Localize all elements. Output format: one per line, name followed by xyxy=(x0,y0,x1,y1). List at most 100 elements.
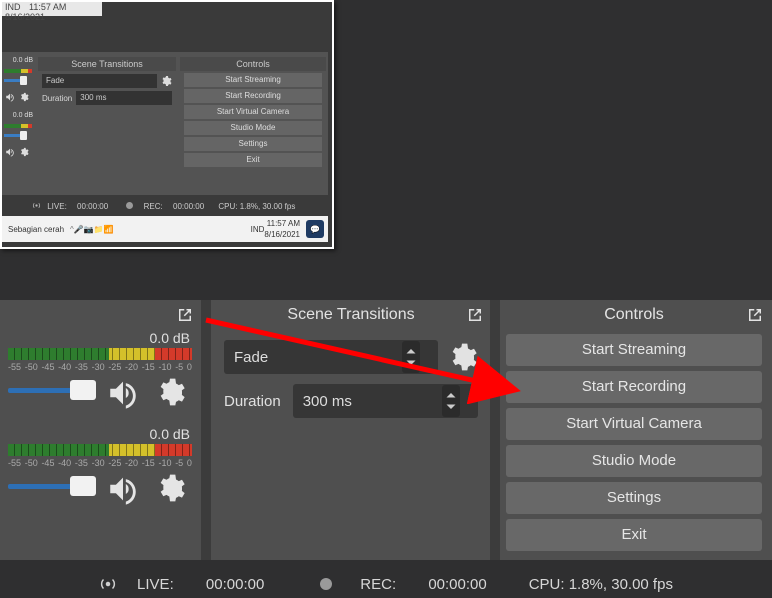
start-virtual-camera-button[interactable]: Start Virtual Camera xyxy=(506,408,762,440)
audio-mixer-header xyxy=(0,300,200,330)
chevron-down-icon[interactable] xyxy=(402,357,420,373)
mini-live-label: LIVE: xyxy=(47,202,67,211)
mini-taskbar-top: IND 11:57 AM 8/16/2021 xyxy=(2,2,102,16)
popout-icon[interactable] xyxy=(466,306,484,324)
volume-thumb[interactable] xyxy=(70,476,96,496)
embedded-screenshot: IND 11:57 AM 8/16/2021 0.0 dB 0.0 dB Sce… xyxy=(0,0,334,249)
chevron-up-icon[interactable] xyxy=(442,385,460,401)
microphone-icon: 🎤 xyxy=(74,225,84,234)
transition-select-value: Fade xyxy=(234,349,268,366)
start-recording-button[interactable]: Start Recording xyxy=(506,371,762,403)
duration-stepper[interactable] xyxy=(442,385,460,417)
chevron-up-icon[interactable] xyxy=(402,341,420,357)
mini-vu-meter xyxy=(4,69,32,73)
rec-label: REC: xyxy=(360,576,396,593)
mini-db-label: 0.0 dB xyxy=(13,57,33,64)
mini-rec-time: 00:00:00 xyxy=(173,202,204,211)
mini-duration-label: Duration xyxy=(42,94,72,103)
gear-icon[interactable] xyxy=(446,341,478,373)
speaker-icon[interactable] xyxy=(106,472,140,506)
popout-icon[interactable] xyxy=(176,306,194,324)
mini-start-recording-button[interactable]: Start Recording xyxy=(184,89,322,103)
gear-icon[interactable] xyxy=(19,92,29,102)
duration-input[interactable]: 300 ms xyxy=(293,384,478,418)
mini-audio-mixer: 0.0 dB 0.0 dB xyxy=(2,57,35,167)
speaker-icon[interactable] xyxy=(5,92,15,102)
mini-status-bar: LIVE: 00:00:00 REC: 00:00:00 CPU: 1.8%, … xyxy=(2,200,328,214)
mini-volume-thumb[interactable] xyxy=(20,131,27,140)
mini-transition-select[interactable]: Fade xyxy=(42,74,157,88)
transition-select-stepper[interactable] xyxy=(402,341,420,373)
gear-icon[interactable] xyxy=(19,147,29,157)
mixer-channel: 0.0 dB -55-50-45-40-35-30-25-20-15-10-50 xyxy=(0,330,200,412)
db-label: 0.0 dB xyxy=(0,330,200,346)
mini-panel-title: Scene Transitions xyxy=(38,57,176,71)
wifi-icon: 📶 xyxy=(104,225,114,234)
scene-transitions-title: Scene Transitions xyxy=(287,306,414,323)
folder-icon: 📁 xyxy=(94,225,104,234)
rec-time: 00:00:00 xyxy=(428,576,486,593)
vu-meter xyxy=(8,444,192,456)
gear-icon[interactable] xyxy=(154,472,186,504)
dock-splitter[interactable] xyxy=(201,300,211,560)
mini-db-label: 0.0 dB xyxy=(13,112,33,119)
mini-vu-meter xyxy=(4,124,32,128)
clock-time: 11:57 AM xyxy=(264,218,300,229)
chevron-down-icon[interactable] xyxy=(442,401,460,417)
studio-mode-button[interactable]: Studio Mode xyxy=(506,445,762,477)
record-indicator-icon xyxy=(320,578,332,590)
mini-live-time: 00:00:00 xyxy=(77,202,108,211)
controls-title: Controls xyxy=(604,306,664,323)
scale-ticks: -55-50-45-40-35-30-25-20-15-10-50 xyxy=(8,458,192,468)
mini-cpu: CPU: 1.8%, 30.00 fps xyxy=(218,202,295,211)
mini-studio-mode-button[interactable]: Studio Mode xyxy=(184,121,322,135)
ime-indicator[interactable]: IND xyxy=(251,225,265,234)
broadcast-icon xyxy=(32,201,41,210)
status-bar: LIVE: 00:00:00 REC: 00:00:00 CPU: 1.8%, … xyxy=(0,570,772,598)
controls-header: Controls xyxy=(498,300,770,330)
exit-button[interactable]: Exit xyxy=(506,519,762,551)
popout-icon[interactable] xyxy=(746,306,764,324)
live-label: LIVE: xyxy=(137,576,174,593)
mini-windows-taskbar: Sebagian cerah ^ 🎤 📷 📁 📶 IND 11:57 AM 8/… xyxy=(2,216,328,242)
settings-button[interactable]: Settings xyxy=(506,482,762,514)
vu-meter xyxy=(8,348,192,360)
gear-icon[interactable] xyxy=(160,75,172,87)
mini-volume-thumb[interactable] xyxy=(20,76,27,85)
scale-ticks: -55-50-45-40-35-30-25-20-15-10-50 xyxy=(8,362,192,372)
db-label: 0.0 dB xyxy=(0,426,200,442)
scene-transitions-header: Scene Transitions xyxy=(212,300,490,330)
mini-rec-label: REC: xyxy=(144,202,163,211)
dock-splitter[interactable] xyxy=(490,300,500,560)
weather-text: Sebagian cerah xyxy=(8,225,64,234)
gear-icon[interactable] xyxy=(154,376,186,408)
duration-label: Duration xyxy=(224,393,281,410)
cpu-usage: CPU: 1.8%, 30.00 fps xyxy=(529,576,673,593)
mini-start-streaming-button[interactable]: Start Streaming xyxy=(184,73,322,87)
mini-settings-button[interactable]: Settings xyxy=(184,137,322,151)
start-streaming-button[interactable]: Start Streaming xyxy=(506,334,762,366)
mixer-channel: 0.0 dB -55-50-45-40-35-30-25-20-15-10-50 xyxy=(0,426,200,508)
volume-slider[interactable] xyxy=(8,484,78,489)
scene-transitions-dock: Scene Transitions Fade Duration 300 ms xyxy=(212,300,490,560)
clock-date: 8/16/2021 xyxy=(264,229,300,240)
speaker-icon[interactable] xyxy=(106,376,140,410)
mini-exit-button[interactable]: Exit xyxy=(184,153,322,167)
camera-icon: 📷 xyxy=(84,225,94,234)
volume-slider[interactable] xyxy=(8,388,78,393)
transition-select[interactable]: Fade xyxy=(224,340,438,374)
mini-controls: Controls Start Streaming Start Recording S… xyxy=(180,57,326,169)
mini-duration-input[interactable]: 300 ms xyxy=(76,91,172,105)
audio-mixer-dock: 0.0 dB-55-50-45-40-35-30-25-20-15-10-500… xyxy=(0,300,200,560)
broadcast-icon xyxy=(99,575,117,593)
duration-value: 300 ms xyxy=(303,393,352,410)
live-time: 00:00:00 xyxy=(206,576,264,593)
volume-thumb[interactable] xyxy=(70,380,96,400)
obs-docks: 0.0 dB-55-50-45-40-35-30-25-20-15-10-500… xyxy=(0,300,772,560)
speaker-icon[interactable] xyxy=(5,147,15,157)
mini-start-virtual-camera-button[interactable]: Start Virtual Camera xyxy=(184,105,322,119)
mini-scene-transitions: Scene Transitions Fade Duration 300 ms xyxy=(38,57,176,108)
notification-icon[interactable]: 💬 xyxy=(306,220,324,238)
controls-dock: Controls Start Streaming Start Recording S… xyxy=(498,300,770,560)
mini-panel-title: Controls xyxy=(180,57,326,71)
